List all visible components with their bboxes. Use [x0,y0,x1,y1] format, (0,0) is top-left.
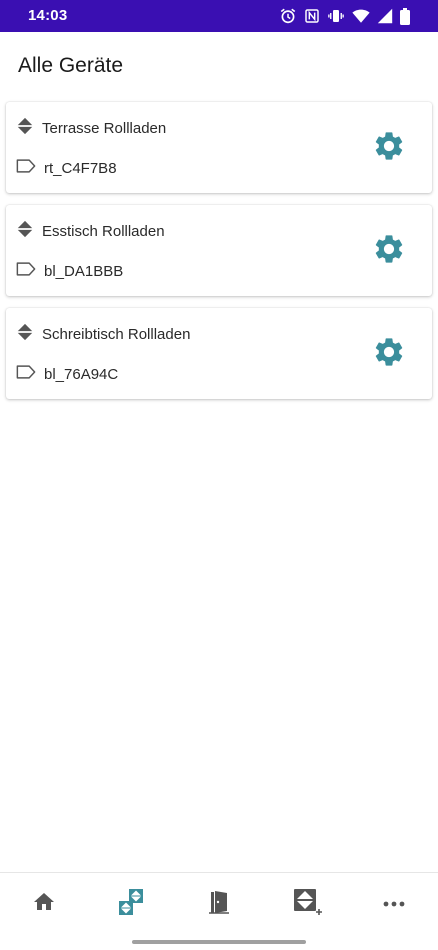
device-name: Terrasse Rollladen [42,119,167,137]
vibrate-icon [327,7,345,25]
device-name-row: Terrasse Rollladen [16,117,167,140]
signal-icon [377,8,393,24]
device-id: rt_C4F7B8 [44,159,117,177]
device-settings-button[interactable] [372,234,406,268]
device-name-row: Schreibtisch Rollladen [16,323,191,346]
label-tag-icon [16,158,36,179]
door-icon [207,889,231,920]
device-name-row: Esstisch Rollladen [16,220,165,243]
shutter-icon [16,117,34,140]
nav-more[interactable] [364,882,424,926]
device-name: Esstisch Rollladen [42,222,165,240]
battery-icon [400,7,410,25]
gear-icon [372,129,406,168]
device-id: bl_DA1BBB [44,262,124,280]
shutter-icon [16,220,34,243]
label-tag-icon [16,364,36,385]
gesture-handle[interactable] [132,940,306,944]
nfc-icon [304,8,320,24]
device-card[interactable]: Esstisch Rollladen bl_DA1BBB [6,205,432,296]
home-icon [32,890,56,919]
device-id: bl_76A94C [44,365,119,383]
device-id-row: rt_C4F7B8 [16,158,117,178]
wifi-icon [352,8,370,24]
gear-icon [372,232,406,271]
device-name: Schreibtisch Rollladen [42,325,191,343]
device-list: Terrasse Rollladen rt_C4F7B8 Esstisch Ro… [6,102,432,411]
add-device-icon [292,887,322,922]
bottom-nav [0,872,438,935]
device-settings-button[interactable] [372,131,406,165]
status-bar: 14:03 [0,0,438,32]
shutter-icon [16,323,34,346]
gesture-area [0,934,438,950]
alarm-icon [279,7,297,25]
devices-icon [117,888,145,921]
page-title: Alle Geräte [18,54,124,77]
status-time: 14:03 [28,7,68,24]
gear-icon [372,335,406,374]
device-card[interactable]: Terrasse Rollladen rt_C4F7B8 [6,102,432,193]
more-icon [382,895,406,913]
device-card[interactable]: Schreibtisch Rollladen bl_76A94C [6,308,432,399]
nav-rooms[interactable] [189,882,249,926]
nav-add-device[interactable] [277,882,337,926]
label-tag-icon [16,261,36,282]
device-id-row: bl_76A94C [16,364,118,384]
device-id-row: bl_DA1BBB [16,261,123,281]
nav-home[interactable] [14,882,74,926]
device-settings-button[interactable] [372,337,406,371]
nav-devices[interactable] [101,882,161,926]
status-icons [279,6,410,26]
